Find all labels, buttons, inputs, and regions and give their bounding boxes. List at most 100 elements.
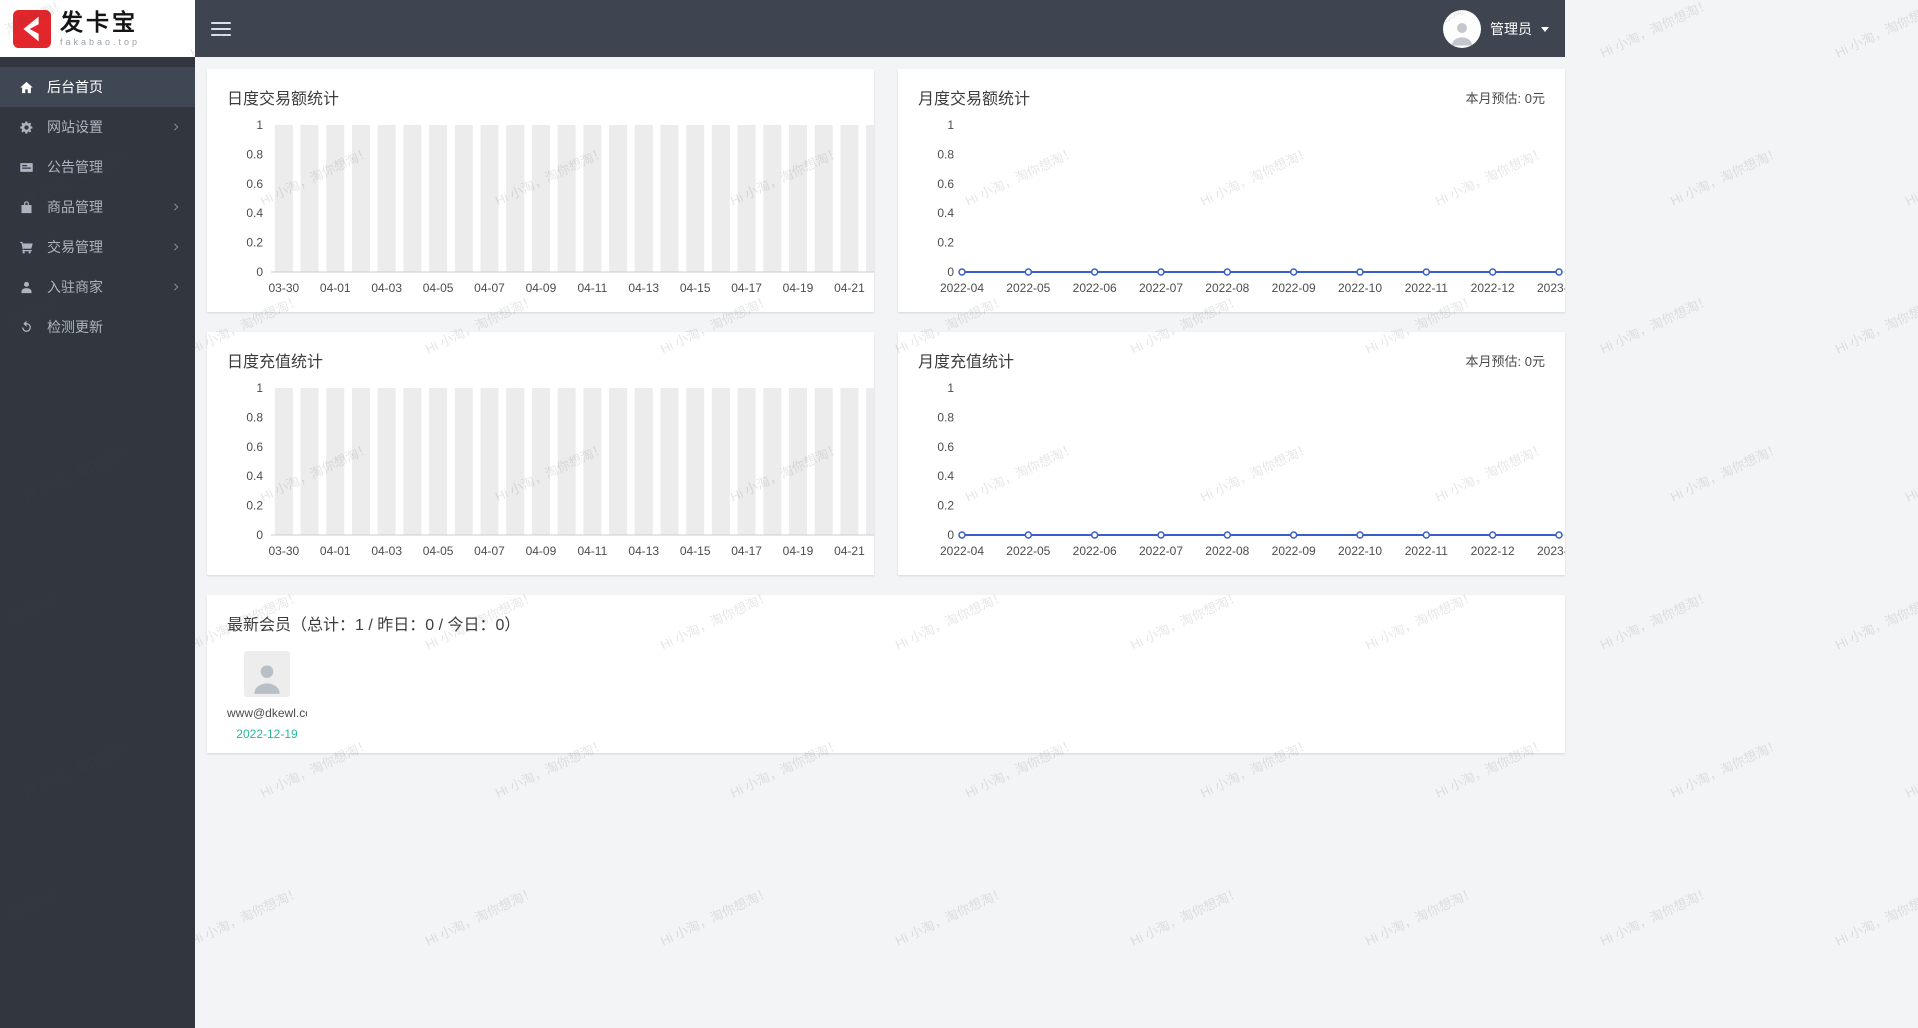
- svg-text:04-19: 04-19: [783, 544, 814, 558]
- sidebar-item-label: 网站设置: [47, 119, 103, 135]
- svg-text:0.8: 0.8: [937, 410, 954, 424]
- menu-toggle-icon[interactable]: [211, 18, 231, 40]
- watermark-text: Hi 小淘，淘你想淘！: [1902, 736, 1918, 801]
- svg-text:2022-04: 2022-04: [940, 544, 984, 558]
- logo-icon: [13, 9, 51, 48]
- svg-text:2022-07: 2022-07: [1139, 544, 1183, 558]
- sidebar: 发卡宝 fakabao.top 后台首页网站设置公告管理商品管理交易管理入驻商家…: [0, 0, 195, 1028]
- members-title: 最新会员（总计：1 / 昨日：0 / 今日：0）: [227, 617, 521, 634]
- svg-text:0.2: 0.2: [246, 236, 263, 250]
- svg-text:1: 1: [256, 381, 263, 395]
- topbar: 管理员: [195, 0, 1565, 57]
- member-register-date: 2022-12-19: [236, 727, 298, 741]
- main-area: 管理员 日度交易额统计 0 0.2 0.4 0.6 0.8 1 03-30 04-01 04-0…: [195, 0, 1565, 1028]
- sidebar-item-announcements[interactable]: 公告管理: [0, 147, 195, 187]
- svg-text:04-09: 04-09: [526, 544, 557, 558]
- bag-icon: [18, 199, 34, 215]
- member-email: www@dkewl.com: [227, 706, 307, 720]
- svg-text:2022-10: 2022-10: [1338, 281, 1382, 295]
- announcement-icon: [18, 159, 34, 175]
- monthly-sales-chart: 0 0.2 0.4 0.6 0.8 1 2022-04 2022-05 2022-06 2022-…: [918, 115, 1565, 300]
- sidebar-item-products[interactable]: 商品管理: [0, 187, 195, 227]
- svg-text:0.6: 0.6: [246, 440, 263, 454]
- svg-text:04-21: 04-21: [834, 544, 865, 558]
- watermark-text: Hi 小淘，淘你想淘！: [1667, 144, 1783, 209]
- logo-title: 发卡宝: [60, 8, 138, 35]
- watermark-text: Hi 小淘，淘你想淘！: [1902, 440, 1918, 505]
- svg-text:04-11: 04-11: [577, 544, 607, 558]
- watermark-text: Hi 小淘，淘你想淘！: [1832, 292, 1918, 357]
- svg-text:03-30: 03-30: [269, 281, 300, 295]
- svg-text:03-30: 03-30: [269, 544, 300, 558]
- svg-text:0.2: 0.2: [937, 499, 954, 513]
- svg-text:2022-04: 2022-04: [940, 281, 984, 295]
- svg-text:04-05: 04-05: [423, 281, 454, 295]
- refresh-icon: [18, 319, 34, 335]
- svg-text:0.6: 0.6: [937, 177, 954, 191]
- daily-sales-chart: 0 0.2 0.4 0.6 0.8 1 03-30 04-01 04-03 04-05 04-07 0…: [227, 115, 874, 300]
- svg-text:04-01: 04-01: [320, 281, 351, 295]
- svg-text:04-15: 04-15: [680, 544, 711, 558]
- sidebar-item-home[interactable]: 后台首页: [0, 67, 195, 107]
- card-header: 日度交易额统计: [227, 85, 854, 109]
- svg-text:2022-12: 2022-12: [1471, 281, 1515, 295]
- content: 日度交易额统计 0 0.2 0.4 0.6 0.8 1 03-30 04-01 04-03 04-…: [195, 57, 1565, 1028]
- svg-text:0.8: 0.8: [246, 410, 263, 424]
- logo[interactable]: 发卡宝 fakabao.top: [0, 0, 195, 57]
- svg-text:0: 0: [256, 265, 263, 279]
- watermark-text: Hi 小淘，淘你想淘！: [1667, 736, 1783, 801]
- charts-grid: 日度交易额统计 0 0.2 0.4 0.6 0.8 1 03-30 04-01 04-03 04-…: [207, 69, 1565, 575]
- svg-text:04-07: 04-07: [474, 544, 505, 558]
- svg-text:0.4: 0.4: [246, 206, 263, 220]
- sidebar-item-label: 检测更新: [47, 319, 103, 335]
- svg-text:2022-10: 2022-10: [1338, 544, 1382, 558]
- watermark-text: Hi 小淘，淘你想淘！: [1832, 588, 1918, 653]
- svg-text:04-17: 04-17: [731, 544, 762, 558]
- sidebar-item-merchants[interactable]: 入驻商家: [0, 267, 195, 307]
- sidebar-item-label: 后台首页: [47, 79, 103, 95]
- svg-text:04-19: 04-19: [783, 281, 814, 295]
- chevron-right-icon: [171, 282, 181, 292]
- monthly-recharge-chart: 0 0.2 0.4 0.6 0.8 1 2022-04 2022-05 2022-06 2022-…: [918, 378, 1565, 563]
- logo-text: 发卡宝 fakabao.top: [60, 8, 141, 47]
- sidebar-item-label: 公告管理: [47, 159, 103, 175]
- svg-text:0: 0: [947, 265, 954, 279]
- gear-icon: [18, 119, 34, 135]
- svg-text:0.4: 0.4: [246, 469, 263, 483]
- sidebar-item-transactions[interactable]: 交易管理: [0, 227, 195, 267]
- svg-text:2022-07: 2022-07: [1139, 281, 1183, 295]
- monthly-sales-estimate: 本月预估: 0元: [1465, 90, 1545, 106]
- chevron-right-icon: [171, 242, 181, 252]
- chart-title-daily-recharge: 日度充值统计: [227, 354, 324, 371]
- svg-text:0.2: 0.2: [937, 236, 954, 250]
- daily-recharge-card: 日度充值统计 0 0.2 0.4 0.6 0.8 1 03-30 04-01 04-03 04-0…: [207, 332, 874, 575]
- sidebar-item-check-update[interactable]: 检测更新: [0, 307, 195, 347]
- svg-text:0.2: 0.2: [246, 499, 263, 513]
- svg-text:0.8: 0.8: [246, 147, 263, 161]
- sidebar-item-label: 交易管理: [47, 239, 103, 255]
- members-list: www@dkewl.com 2022-12-19: [227, 635, 1545, 741]
- logo-subtitle: fakabao.top: [60, 36, 141, 47]
- member-avatar-icon: [244, 651, 290, 697]
- chevron-down-icon: [1541, 27, 1549, 32]
- svg-text:1: 1: [256, 118, 263, 132]
- svg-text:04-21: 04-21: [834, 281, 865, 295]
- sidebar-item-site-settings[interactable]: 网站设置: [0, 107, 195, 147]
- sidebar-menu: 后台首页网站设置公告管理商品管理交易管理入驻商家检测更新: [0, 57, 195, 347]
- svg-text:0: 0: [256, 528, 263, 542]
- chart-title-monthly-recharge: 月度充值统计: [918, 354, 1015, 371]
- svg-text:2022-08: 2022-08: [1205, 281, 1249, 295]
- user-menu[interactable]: 管理员: [1443, 9, 1549, 48]
- monthly-sales-card: 月度交易额统计 本月预估: 0元 0 0.2 0.4 0.6 0.8 1 2022-04 20…: [898, 69, 1565, 312]
- svg-text:0.6: 0.6: [246, 177, 263, 191]
- card-header: 日度充值统计: [227, 348, 854, 372]
- svg-text:0.8: 0.8: [937, 147, 954, 161]
- svg-text:0.6: 0.6: [937, 440, 954, 454]
- svg-text:04-03: 04-03: [371, 544, 402, 558]
- svg-text:04-07: 04-07: [474, 281, 505, 295]
- svg-text:1: 1: [947, 118, 954, 132]
- member-item[interactable]: www@dkewl.com 2022-12-19: [227, 651, 307, 741]
- svg-text:2022-09: 2022-09: [1272, 281, 1316, 295]
- watermark-text: Hi 小淘，淘你想淘！: [1597, 0, 1713, 61]
- latest-members-card: 最新会员（总计：1 / 昨日：0 / 今日：0） www@dkewl.com 20…: [207, 595, 1565, 753]
